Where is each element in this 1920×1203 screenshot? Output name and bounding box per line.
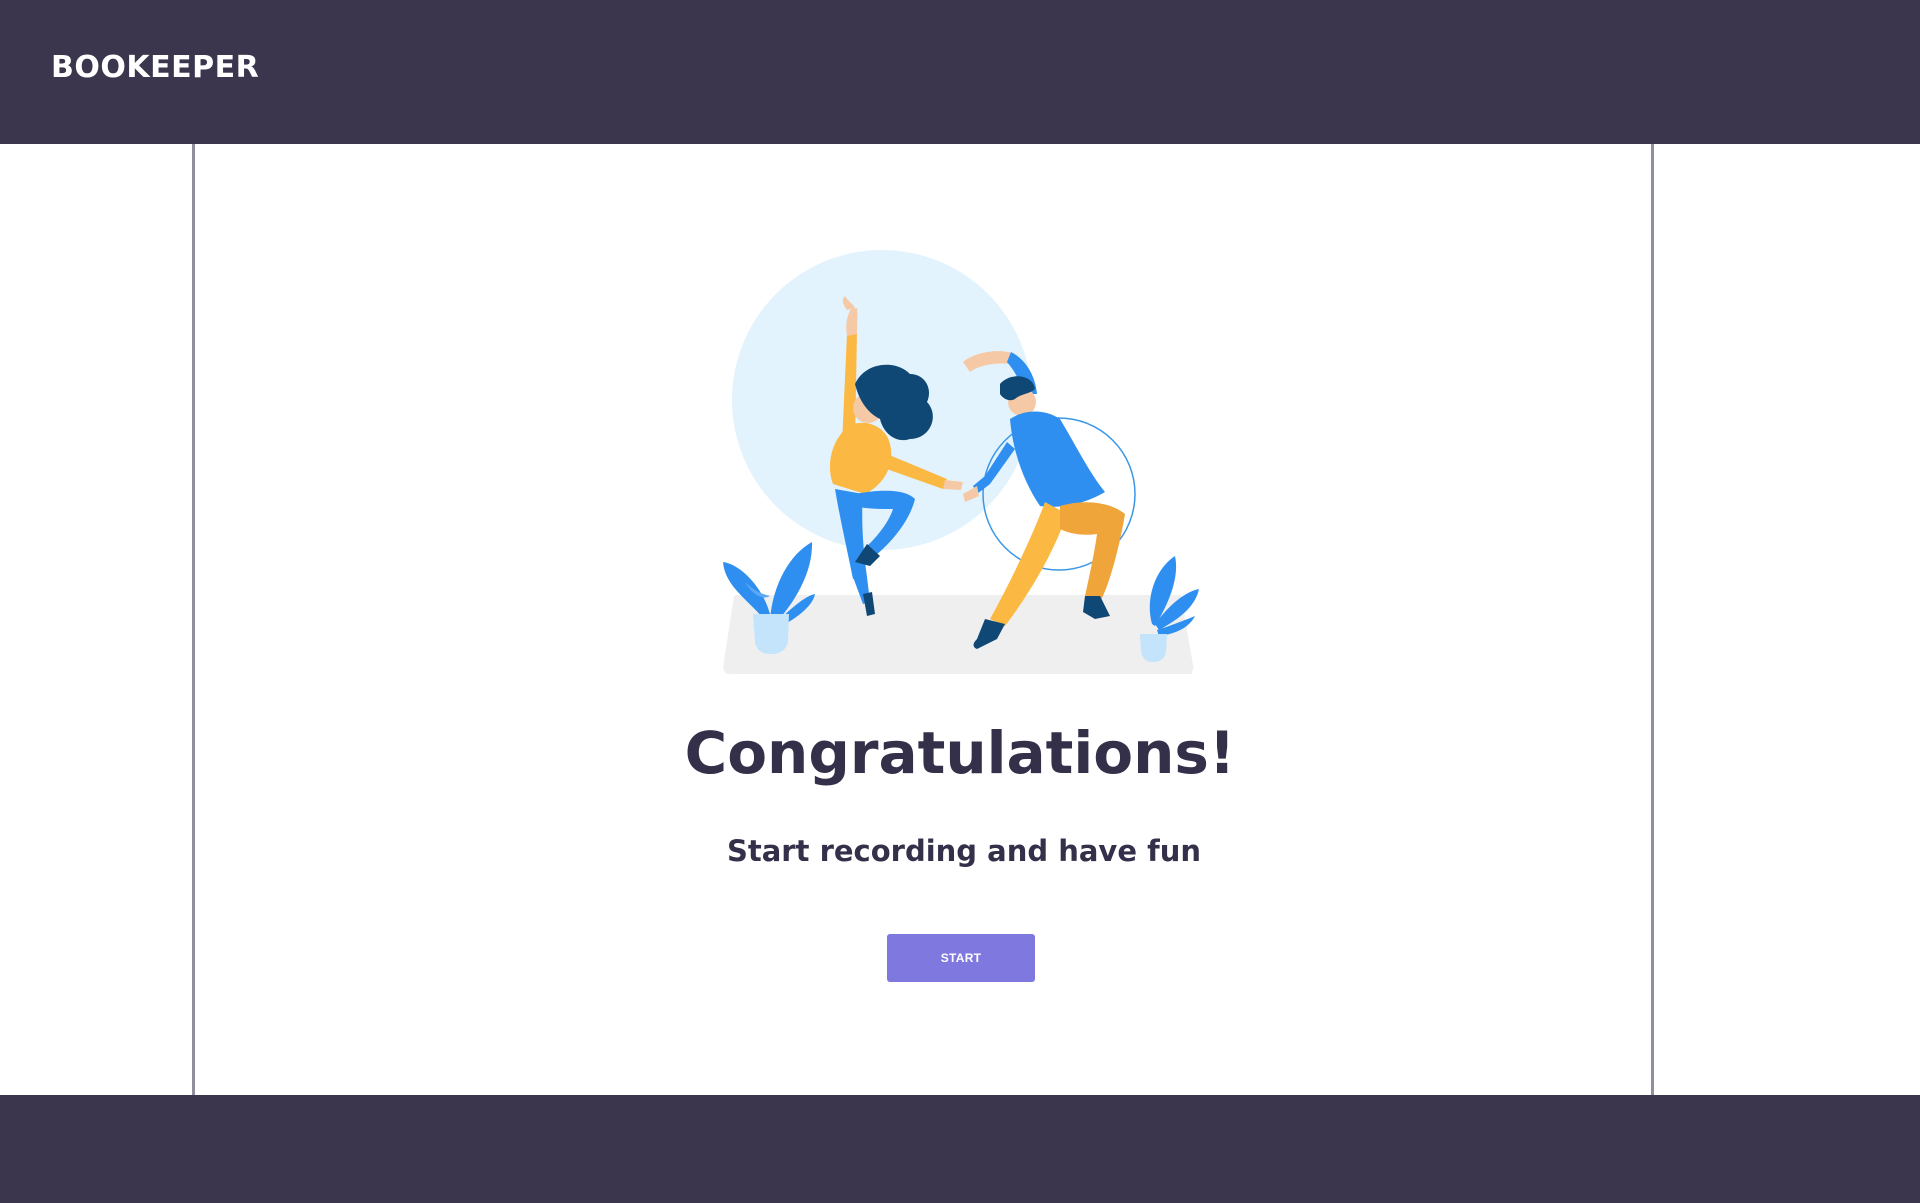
app-footer xyxy=(0,1095,1920,1203)
brand-logo-text[interactable]: BOOKEEPER xyxy=(51,50,259,85)
start-button[interactable]: START xyxy=(887,934,1035,982)
dancing-couple-illustration xyxy=(723,250,1199,674)
congratulations-heading: Congratulations! xyxy=(684,719,1236,787)
app-header: BOOKEEPER xyxy=(0,0,1920,144)
main-content: Congratulations! Start recording and hav… xyxy=(0,144,1920,1095)
subtitle-text: Start recording and have fun xyxy=(726,834,1202,868)
